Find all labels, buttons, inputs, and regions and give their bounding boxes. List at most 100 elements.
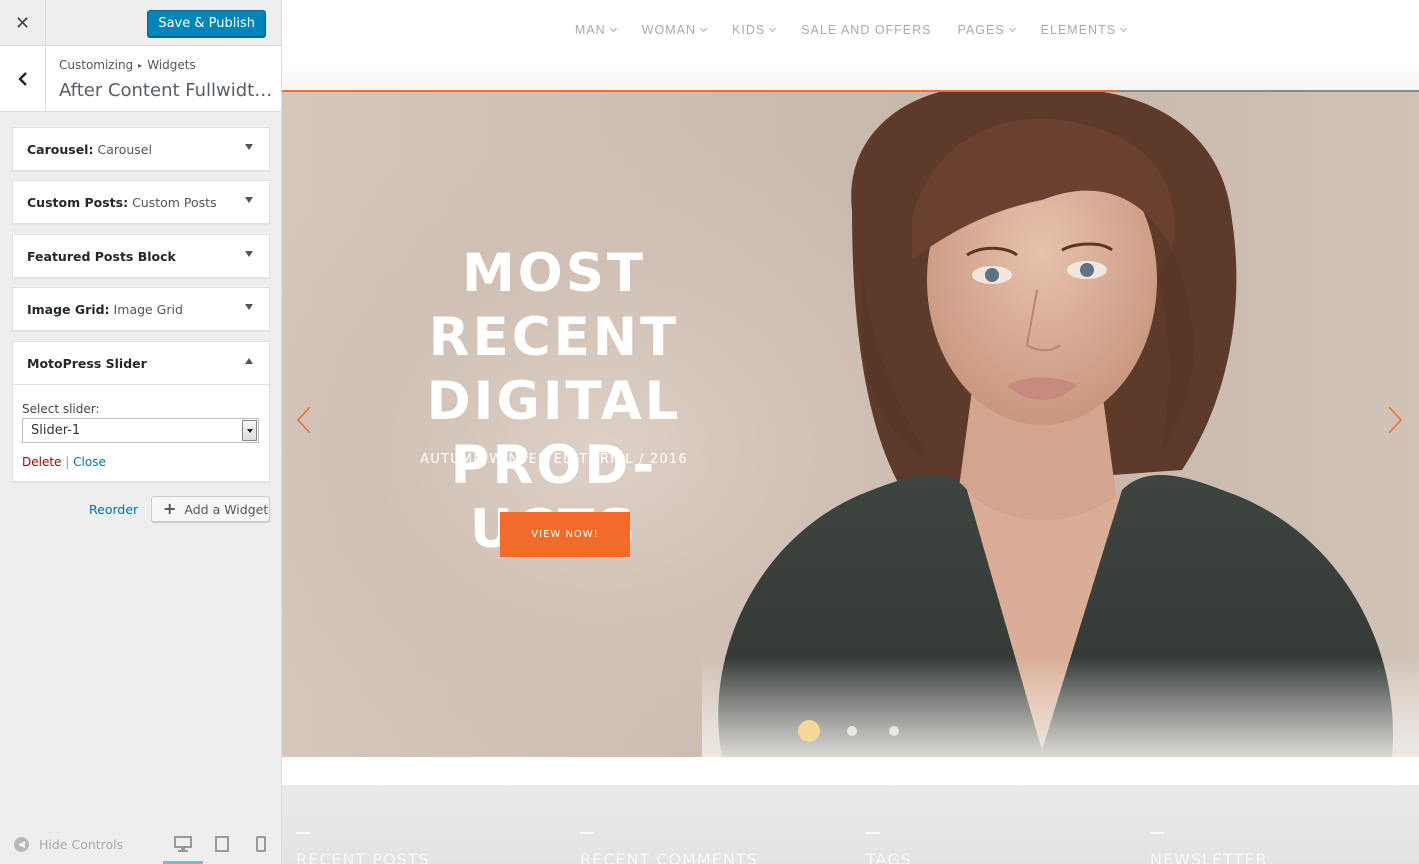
dropdown-caret-icon[interactable] (242, 420, 257, 441)
hero-title-line: DIGITAL PROD- (426, 371, 682, 496)
widget-subtitle: Carousel (97, 141, 152, 157)
expand-arrow-icon[interactable] (245, 144, 253, 150)
slider-select[interactable]: Slider-1 (22, 418, 259, 443)
footer-column: RECENT COMMENTS (580, 832, 758, 864)
hero-slider: MOST RECENT DIGITAL PROD- UCTS AUTUMN WI… (282, 90, 1419, 757)
nav-label: WOMAN (641, 23, 697, 37)
widget-subtitle: Image Grid (113, 301, 183, 317)
hide-controls-button[interactable]: ◀ Hide Controls (14, 837, 123, 852)
slider-prev-button[interactable] (296, 406, 312, 434)
slider-next-button[interactable] (1387, 406, 1403, 434)
header-divider (282, 60, 1419, 91)
nav-label: MAN (574, 23, 606, 37)
hero-title-line: MOST RECENT (428, 243, 680, 368)
site-preview: MAN WOMAN KIDS SALE AND OFFERS PAGES ELE… (282, 0, 1419, 864)
breadcrumb-separator: ▸ (138, 61, 143, 70)
tablet-icon (215, 836, 229, 852)
close-widget-link[interactable]: Close (73, 455, 106, 469)
widget-title: Carousel (27, 141, 89, 157)
reorder-link[interactable]: Reorder (89, 502, 138, 517)
widget-motopress-slider: MotoPress Slider Select slider: Slider-1… (12, 341, 270, 482)
add-widget-button[interactable]: + Add a Widget (151, 496, 270, 522)
slider-dot[interactable] (798, 720, 820, 742)
nav-item-man[interactable]: MAN (574, 23, 617, 37)
view-now-button[interactable]: VIEW NOW! (500, 512, 630, 557)
chevron-down-icon (769, 24, 777, 32)
desktop-preview-button[interactable] (173, 834, 193, 854)
breadcrumb-current: Widgets (147, 58, 196, 72)
chevron-left-icon (17, 71, 27, 86)
add-widget-label: Add a Widget (184, 501, 269, 517)
plus-icon: + (163, 499, 177, 518)
tablet-preview-button[interactable] (212, 834, 232, 854)
expand-arrow-icon[interactable] (245, 251, 253, 257)
chevron-down-icon (1008, 24, 1016, 32)
footer-column: TAGS (866, 832, 912, 864)
footer-column-title: RECENT COMMENTS (580, 850, 758, 864)
widget-header[interactable]: Carousel: Carousel (13, 128, 269, 170)
nav-item-sale[interactable]: SALE AND OFFERS (801, 23, 931, 37)
widget-title: Featured Posts Block (27, 248, 176, 264)
slider-dot[interactable] (847, 726, 857, 736)
slider-dot[interactable] (889, 726, 899, 736)
breadcrumb: Customizing ▸ Widgets (59, 58, 196, 72)
nav-label: PAGES (957, 23, 1005, 37)
footer-column: RECENT POSTS (296, 832, 430, 864)
desktop-icon (174, 836, 192, 852)
slide-progress-track (282, 90, 1419, 92)
mobile-icon (256, 836, 266, 852)
footer-column-title: NEWSLETTER (1150, 850, 1268, 864)
expand-arrow-icon[interactable] (245, 197, 253, 203)
chevron-down-icon (1120, 24, 1128, 32)
nav-label: ELEMENTS (1040, 23, 1117, 37)
customizer-footer: ◀ Hide Controls (0, 822, 281, 864)
hero-subtitle: AUTUMN WINTER EDITORIAL / 2016 (420, 452, 688, 467)
back-button[interactable] (0, 46, 46, 111)
widget-header[interactable]: Featured Posts Block (13, 235, 269, 277)
widget-custom-posts: Custom Posts: Custom Posts (12, 180, 270, 224)
collapse-sidebar-icon: ◀ (14, 837, 29, 852)
close-customizer-button[interactable]: ✕ (0, 0, 46, 46)
delete-widget-link[interactable]: Delete (22, 455, 61, 469)
mobile-preview-button[interactable] (251, 834, 271, 854)
widget-header[interactable]: Custom Posts: Custom Posts (13, 181, 269, 223)
nav-item-kids[interactable]: KIDS (732, 23, 777, 37)
chevron-down-icon (699, 24, 708, 32)
action-separator: | (65, 455, 70, 469)
save-publish-button[interactable]: Save & Publish (147, 10, 266, 37)
nav-item-woman[interactable]: WOMAN (641, 23, 708, 37)
widget-image-grid: Image Grid: Image Grid (12, 287, 270, 331)
chevron-right-icon (1388, 406, 1403, 434)
select-slider-label: Select slider: (22, 402, 100, 416)
hero-model-image (702, 90, 1419, 757)
widget-header[interactable]: MotoPress Slider (13, 342, 269, 384)
footer-column: NEWSLETTER (1150, 832, 1268, 864)
nav-label: KIDS (732, 23, 766, 37)
nav-item-elements[interactable]: ELEMENTS (1040, 23, 1128, 37)
widget-actions: Delete | Close (22, 455, 260, 469)
nav-item-pages[interactable]: PAGES (957, 23, 1016, 37)
customizer-sidebar: ✕ Save & Publish Customizing ▸ Widgets Aft… (0, 0, 282, 864)
footer-widgets-area: RECENT POSTS RECENT COMMENTS TAGS NEWSLE… (282, 757, 1419, 864)
breadcrumb-root: Customizing (59, 58, 134, 72)
expand-arrow-icon[interactable] (245, 304, 253, 310)
chevron-down-icon (609, 24, 617, 32)
widget-form: Select slider: Slider-1 Delete | Close (13, 384, 269, 481)
widget-carousel: Carousel: Carousel (12, 127, 270, 171)
widget-title: MotoPress Slider (27, 355, 147, 371)
slide-progress-fill (282, 90, 1118, 92)
chevron-left-icon (296, 406, 311, 434)
close-icon: ✕ (14, 12, 31, 33)
section-header: Customizing ▸ Widgets After Content Fullwi… (0, 46, 281, 112)
slider-select-value: Slider-1 (31, 423, 81, 438)
main-navigation: MAN WOMAN KIDS SALE AND OFFERS PAGES ELE… (282, 0, 1419, 60)
hide-controls-label: Hide Controls (39, 837, 124, 852)
widget-header[interactable]: Image Grid: Image Grid (13, 288, 269, 330)
collapse-arrow-icon[interactable] (245, 358, 253, 364)
customizer-header: ✕ Save & Publish (0, 0, 281, 46)
footer-column-title: TAGS (866, 850, 912, 864)
footer-column-title: RECENT POSTS (296, 850, 430, 864)
widget-featured-posts: Featured Posts Block (12, 234, 270, 278)
nav-label: SALE AND OFFERS (801, 23, 932, 37)
widget-title: Image Grid (27, 301, 105, 317)
